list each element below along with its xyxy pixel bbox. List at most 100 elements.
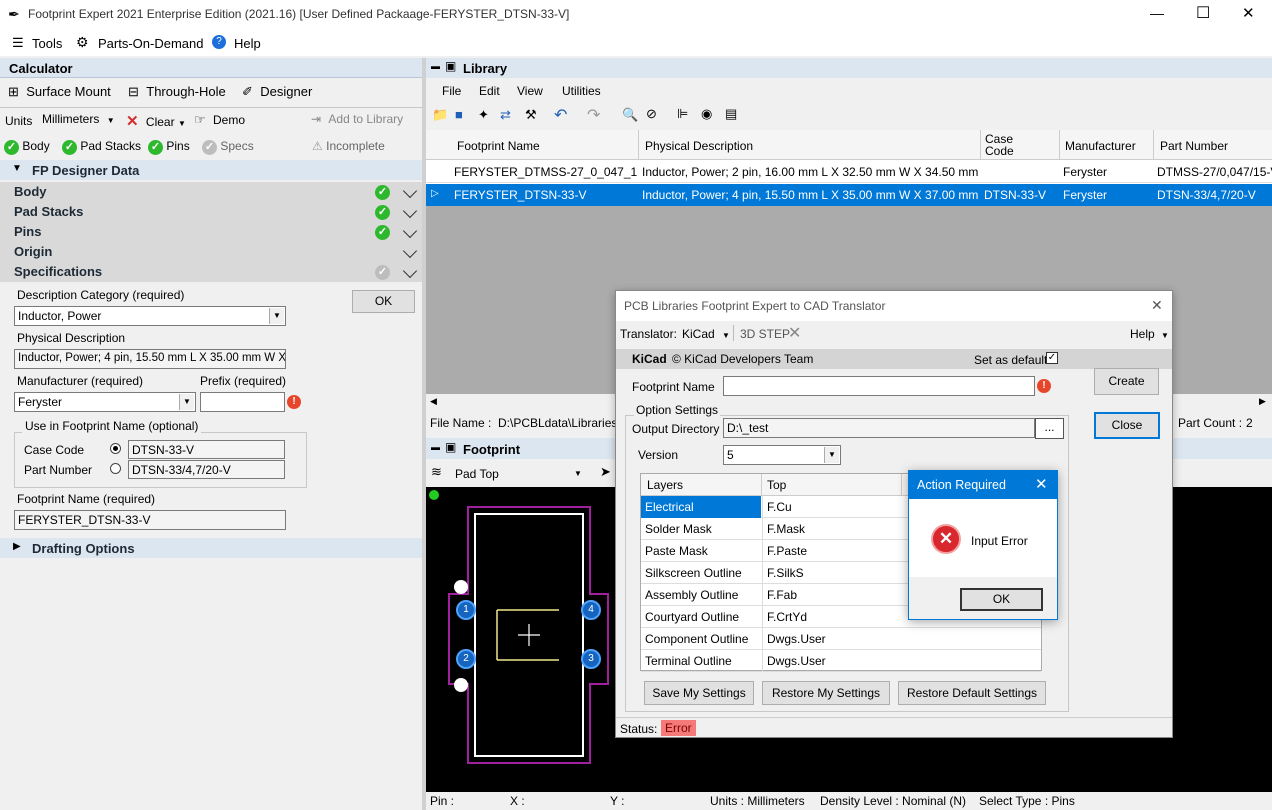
error-icon: ✕ xyxy=(931,524,961,554)
desc-category-select[interactable]: Inductor, Power ▼ xyxy=(14,306,286,326)
restore-settings-button[interactable]: Restore My Settings xyxy=(762,681,890,705)
chevron-down-icon xyxy=(402,243,418,259)
translator-dropdown[interactable]: KiCad ▼ xyxy=(682,327,730,341)
part-number-radio[interactable] xyxy=(110,463,121,474)
layer-name: Paste Mask xyxy=(645,544,708,558)
close-window-button[interactable]: ✕ xyxy=(1242,4,1262,22)
ok-button[interactable]: OK xyxy=(352,290,415,313)
layer-value: F.CrtYd xyxy=(762,606,901,628)
translator-close-icon[interactable]: ✕ xyxy=(1151,297,1163,314)
column-header[interactable]: Case Code xyxy=(985,133,1025,157)
manufacturer-select[interactable]: Feryster ▼ xyxy=(14,392,196,412)
phys-desc-field[interactable]: Inductor, Power; 4 pin, 15.50 mm L X 35.… xyxy=(14,349,286,369)
restore-default-button[interactable]: Restore Default Settings xyxy=(898,681,1046,705)
library-title: Library xyxy=(463,61,508,76)
output-dir-input[interactable]: D:\_test xyxy=(723,418,1035,438)
tab-surface-mount[interactable]: ⊞ Surface Mount xyxy=(8,84,111,104)
title-bar: ✒ Footprint Expert 2021 Enterprise Editi… xyxy=(0,0,1272,30)
menu-view[interactable]: View xyxy=(517,84,543,98)
menu-utilities[interactable]: Utilities xyxy=(562,84,601,98)
part-number-field[interactable]: DTSN-33/4,7/20-V xyxy=(128,460,285,479)
zoom-icon[interactable]: 🔍 xyxy=(622,107,638,123)
menu-help[interactable]: Help xyxy=(234,36,261,51)
pointer-icon[interactable]: ➤ xyxy=(600,464,611,480)
translator-help-dropdown[interactable]: Help ▼ xyxy=(1130,327,1169,341)
case-code-radio[interactable] xyxy=(110,443,121,454)
demo-button[interactable]: ☞ Demo xyxy=(194,112,245,128)
section-specifications[interactable]: Specifications ✓ xyxy=(0,262,422,282)
browse-button[interactable]: ... xyxy=(1035,418,1064,439)
case-code-field[interactable]: DTSN-33-V xyxy=(128,440,285,459)
report-icon[interactable]: ▤ xyxy=(725,106,737,122)
align-icon[interactable]: ⊫ xyxy=(677,106,688,122)
drafting-options-header[interactable]: ▶ Drafting Options xyxy=(0,538,422,558)
clear-button[interactable]: ✕ Clear ▼ xyxy=(126,112,186,130)
layer-name: Courtyard Outline xyxy=(645,610,740,624)
fp-name-field[interactable]: FERYSTER_DTSN-33-V xyxy=(14,510,286,530)
section-origin[interactable]: Origin xyxy=(0,242,422,262)
alert-close-icon[interactable]: ✕ xyxy=(1035,475,1048,493)
pad-4[interactable]: 4 xyxy=(581,600,601,620)
menu-file[interactable]: File xyxy=(442,84,461,98)
pad-2[interactable]: 2 xyxy=(456,649,476,669)
table-row-selected[interactable]: ▷ FERYSTER_DTSN-33-V Inductor, Power; 4 … xyxy=(426,184,1272,206)
layer-dropdown[interactable]: Pad Top ▼ xyxy=(452,463,587,483)
translator-fp-name-label: Footprint Name xyxy=(632,380,715,394)
scroll-right-icon[interactable]: ▶ xyxy=(1259,396,1266,407)
section-body[interactable]: Body ✓ xyxy=(0,182,422,202)
column-header[interactable]: Part Number xyxy=(1160,139,1228,153)
maximize-button[interactable]: ☐ xyxy=(1196,3,1216,23)
table-row[interactable]: Terminal Outline Dwgs.User xyxy=(641,650,1041,672)
create-button[interactable]: Create xyxy=(1094,368,1159,395)
step-disabled-icon: ✕ xyxy=(788,325,802,342)
merge-icon[interactable]: ⇄ xyxy=(500,107,511,123)
alert-ok-button[interactable]: OK xyxy=(960,588,1043,611)
open-folder-icon[interactable]: 📁 xyxy=(432,107,448,123)
column-header[interactable]: Manufacturer xyxy=(1065,139,1136,153)
scroll-left-icon[interactable]: ◀ xyxy=(430,396,437,407)
redo-icon[interactable]: ↷ xyxy=(587,105,600,125)
cancel-icon[interactable]: ⊘ xyxy=(646,106,657,122)
translator-status-bar: Status: Error xyxy=(616,717,1172,737)
wand-icon[interactable]: ✦ xyxy=(478,107,489,123)
manufacturer-label: Manufacturer (required) xyxy=(17,374,144,388)
column-header[interactable]: Top xyxy=(763,474,901,496)
calculator-title: Calculator xyxy=(9,61,73,76)
divider xyxy=(901,474,902,496)
tab-designer[interactable]: ✐ Designer xyxy=(242,84,312,104)
translator-close-button[interactable]: Close xyxy=(1094,412,1160,439)
translator-fp-name-input[interactable] xyxy=(723,376,1035,396)
check-icon: ✓ xyxy=(4,140,19,155)
column-header[interactable]: Physical Description xyxy=(645,139,753,153)
save-icon[interactable]: ■ xyxy=(455,107,463,122)
column-header[interactable]: Layers xyxy=(643,474,761,496)
menu-tools[interactable]: Tools xyxy=(32,36,62,51)
menu-parts-on-demand[interactable]: Parts-On-Demand xyxy=(98,36,203,51)
wrench-icon[interactable]: ⚒ xyxy=(525,107,537,123)
prefix-input[interactable] xyxy=(200,392,285,412)
eye-icon[interactable]: ◉ xyxy=(701,106,712,122)
section-pad-stacks[interactable]: Pad Stacks ✓ xyxy=(0,202,422,222)
fp-designer-data-header[interactable]: ▼ FP Designer Data xyxy=(0,160,422,180)
pad-1[interactable]: 1 xyxy=(456,600,476,620)
tab-through-hole[interactable]: ⊟ Through-Hole xyxy=(128,84,226,104)
section-pins[interactable]: Pins ✓ xyxy=(0,222,422,242)
menu-edit[interactable]: Edit xyxy=(479,84,500,98)
column-header[interactable]: Footprint Name xyxy=(457,139,540,153)
undo-icon[interactable]: ↶ xyxy=(554,105,567,125)
version-select[interactable]: 5 ▼ xyxy=(723,445,841,465)
add-to-library-icon: ⇥ xyxy=(311,112,322,126)
layer-name: Component Outline xyxy=(645,632,749,646)
save-settings-button[interactable]: Save My Settings xyxy=(644,681,754,705)
chevron-down-icon: ▼ xyxy=(824,447,839,463)
step-toggle[interactable]: 3D STEP xyxy=(740,327,790,341)
units-dropdown[interactable]: Millimeters ▼ xyxy=(42,112,120,130)
add-to-library-button[interactable]: ⇥ Add to Library xyxy=(311,112,403,126)
divider xyxy=(1153,130,1154,160)
kicad-bar: KiCad © KiCad Developers Team Set as def… xyxy=(616,349,1172,369)
pad-3[interactable]: 3 xyxy=(581,649,601,669)
minimize-button[interactable]: — xyxy=(1150,5,1170,21)
table-row[interactable]: FERYSTER_DTMSS-27_0_047_15-V Inductor, P… xyxy=(426,161,1272,183)
set-default-checkbox[interactable]: ✓ xyxy=(1046,352,1058,364)
table-row[interactable]: Component Outline Dwgs.User xyxy=(641,628,1041,650)
